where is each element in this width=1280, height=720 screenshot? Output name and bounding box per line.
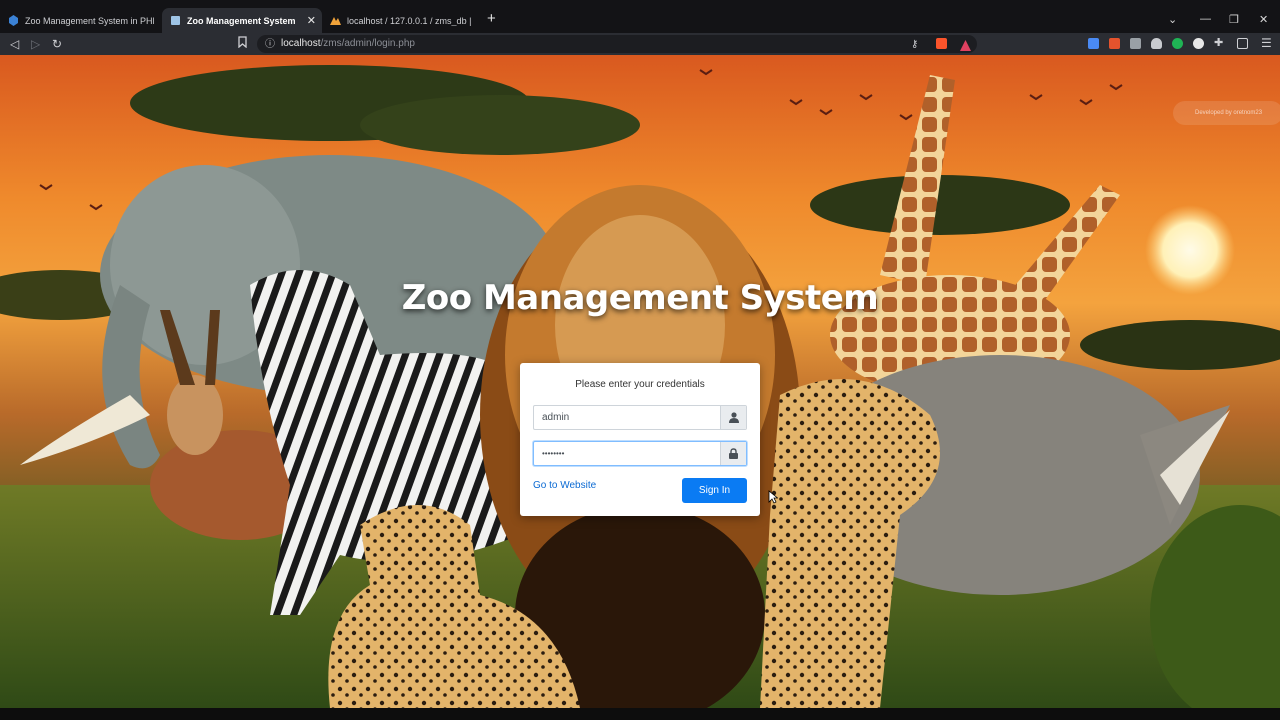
tab-label: Zoo Management System [187, 15, 296, 26]
tab-search-chevron-icon[interactable]: ⌄ [1168, 13, 1177, 26]
sourcecode-favicon-icon [8, 15, 19, 26]
camera-extension-icon[interactable] [1130, 38, 1141, 49]
lock-icon [720, 442, 746, 465]
password-input[interactable] [534, 442, 720, 465]
shield-extension-icon[interactable] [1151, 38, 1162, 49]
translate-extension-icon[interactable] [1088, 38, 1099, 49]
page-title: Zoo Management System [401, 278, 879, 318]
tab-phpmyadmin[interactable]: localhost / 127.0.0.1 / zms_db | phpMyAd… [322, 8, 482, 33]
minimize-icon[interactable]: — [1200, 13, 1211, 25]
url-path: /zms/admin/login.php [320, 38, 415, 49]
url-text: localhost/zms/admin/login.php [281, 38, 415, 49]
tab-zoo-oop[interactable]: Zoo Management System in PHP/OOP [0, 8, 162, 33]
sign-in-button[interactable]: Sign In [682, 478, 747, 503]
user-icon [720, 406, 746, 429]
password-input-group [533, 441, 747, 466]
close-tab-icon[interactable]: ✕ [307, 14, 316, 27]
dark-mode-extension-icon[interactable] [1193, 38, 1204, 49]
page-favicon-icon [170, 15, 181, 26]
go-to-website-link[interactable]: Go to Website [533, 480, 596, 491]
bookmark-icon[interactable] [238, 36, 247, 52]
reload-icon[interactable]: ↻ [52, 36, 62, 52]
browser-tabstrip: Zoo Management System in PHP/OOP Zoo Man… [0, 0, 1280, 33]
key-icon[interactable]: ⚷ [911, 37, 918, 53]
new-tab-button[interactable]: + [487, 11, 496, 26]
tab-zoo-management[interactable]: Zoo Management System ✕ [162, 8, 322, 33]
brave-rewards-icon[interactable] [960, 38, 971, 51]
restore-icon[interactable]: ❐ [1229, 13, 1239, 26]
extensions-puzzle-icon[interactable]: ✚ [1214, 38, 1225, 49]
url-host: localhost [281, 38, 321, 49]
close-window-icon[interactable]: ✕ [1259, 13, 1268, 26]
screen-bottom-bar [0, 708, 1280, 720]
wallet-icon[interactable] [1237, 38, 1248, 49]
login-heading: Please enter your credentials [575, 379, 705, 390]
developer-credit-badge: Developed by oretnom23 [1173, 101, 1280, 125]
tab-label: Zoo Management System in PHP/OOP [25, 15, 154, 26]
login-card: Please enter your credentials Go to Webs… [520, 363, 760, 516]
swift-extension-icon[interactable] [1109, 38, 1120, 49]
brave-shield-icon[interactable] [936, 38, 947, 49]
browser-toolbar: ◁ ▷ ↻ ⓘ localhost/zms/admin/login.php ⚷ … [0, 33, 1280, 55]
login-page: Developed by oretnom23 Zoo Management Sy… [0, 55, 1280, 708]
grammarly-extension-icon[interactable] [1172, 38, 1183, 49]
site-info-icon[interactable]: ⓘ [265, 37, 275, 53]
menu-icon[interactable]: ☰ [1261, 35, 1272, 51]
username-input-group [533, 405, 747, 430]
back-icon[interactable]: ◁ [10, 36, 19, 52]
tab-label: localhost / 127.0.0.1 / zms_db | phpMyAd… [347, 15, 474, 26]
phpmyadmin-favicon-icon [330, 15, 341, 26]
username-input[interactable] [534, 406, 720, 429]
address-bar[interactable]: ⓘ localhost/zms/admin/login.php ⚷ [257, 35, 977, 53]
mouse-cursor-icon [768, 490, 778, 504]
forward-icon[interactable]: ▷ [31, 36, 40, 52]
